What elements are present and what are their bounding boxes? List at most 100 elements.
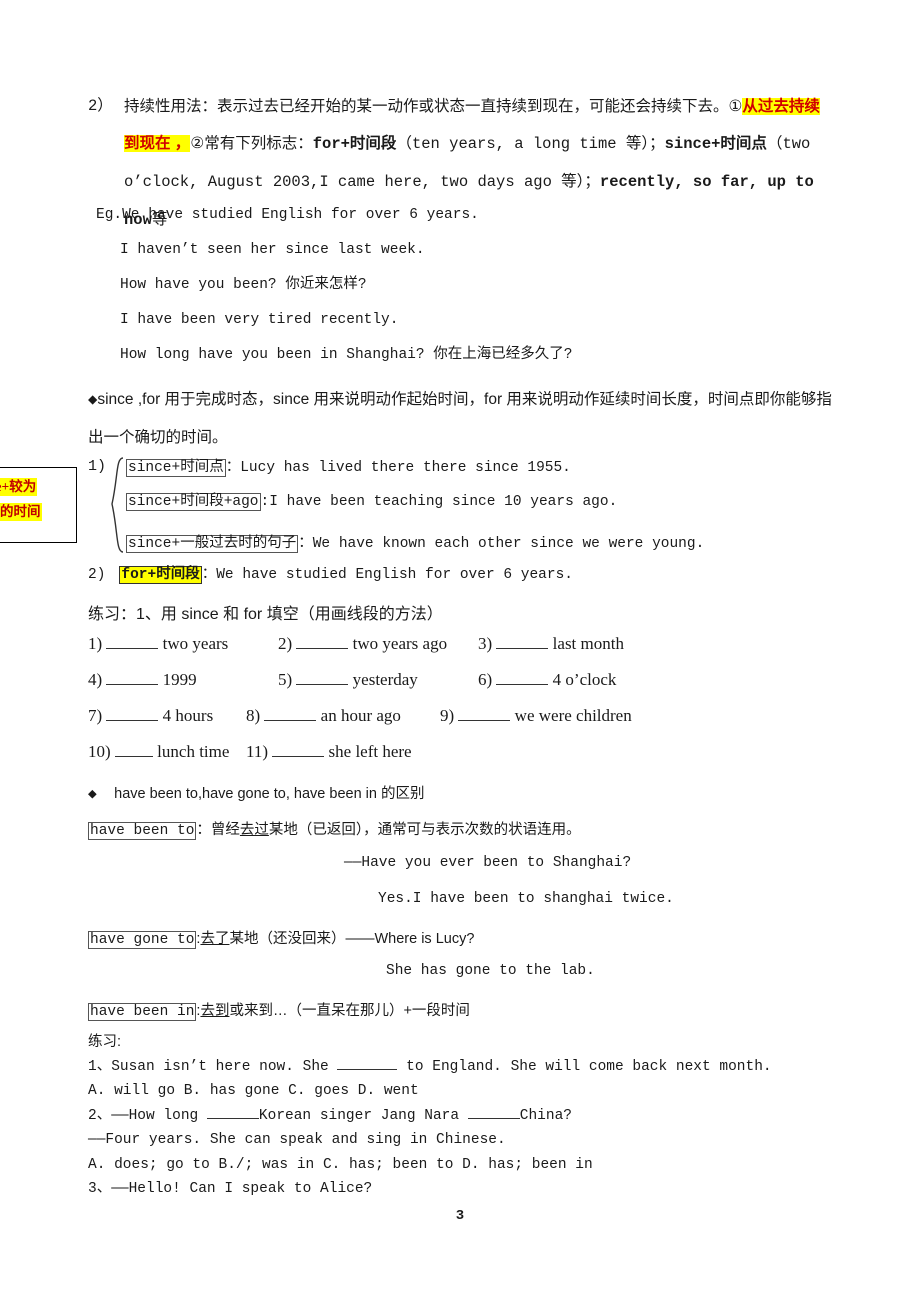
- fill-blank[interactable]: [296, 648, 349, 649]
- practice2-options-2[interactable]: A. does; go to B./; was in C. has; been …: [88, 1153, 772, 1178]
- marker-since-phrase: since+时间点: [664, 135, 767, 153]
- fill-blank[interactable]: [496, 648, 549, 649]
- practice2-options-1[interactable]: A. will go B. has gone C. goes D. went: [88, 1079, 772, 1104]
- item-text: she left here: [328, 742, 412, 761]
- practice1-item: 6) 4 o’clock: [478, 670, 616, 690]
- example-line: Eg.We have studied English for over 6 ye…: [96, 207, 479, 223]
- distinction-meaning-tail: 某地（已返回），通常可与表示次数的状语连用。: [268, 822, 581, 838]
- since-group: 1) since+时间点 ：Lucy has lived there there …: [88, 455, 848, 555]
- practice1-item: 1) two years: [88, 634, 228, 654]
- fill-blank[interactable]: [106, 684, 159, 685]
- fill-blank[interactable]: [272, 756, 325, 757]
- example-line: How long have you been in Shanghai? 你在上海…: [120, 347, 573, 363]
- item-text: 4 hours: [162, 706, 214, 725]
- distinction-term: have been in: [88, 1003, 197, 1022]
- question-text-after: to England. She will come back next mont…: [406, 1058, 772, 1075]
- for-group-label: for+时间段: [119, 566, 202, 585]
- practice1-item: 5) yesterday: [278, 670, 418, 690]
- highlight-from-past: 从过去: [742, 98, 789, 115]
- fill-blank[interactable]: [264, 720, 317, 721]
- question-text-mid: Korean singer Jang Nara: [258, 1107, 460, 1124]
- question-text-after: China?: [519, 1107, 572, 1124]
- item-text: last month: [552, 634, 624, 653]
- practice1-row: 7) 4 hours 8) an hour ago 9) we were chi…: [88, 706, 848, 742]
- item-text: lunch time: [157, 742, 230, 761]
- distinction-meaning-tail: 某地（还没回来）——Where is Lucy?: [229, 931, 475, 947]
- practice1-item: 3) last month: [478, 634, 624, 654]
- practice2-title: 练习:: [88, 1034, 122, 1050]
- practice2: 练习: 1、Susan isn’t here now. She to Engla…: [88, 1030, 772, 1202]
- practice1-item: 11) she left here: [246, 742, 412, 762]
- since-item-sep: ：: [225, 460, 241, 476]
- item-text: two years: [162, 634, 229, 653]
- since-group-number: 1): [88, 458, 107, 475]
- item-number: 4): [88, 670, 103, 689]
- practice1-title: 练习：1、用 since 和 for 填空（用画线段的方法）: [88, 606, 443, 623]
- since-item-label: since+一般过去时的句子: [126, 535, 299, 554]
- distinction-example: She has gone to the lab.: [386, 963, 595, 979]
- item-number: 10): [88, 742, 111, 761]
- item-number: 6): [478, 670, 493, 689]
- example-line: I haven’t seen her since last week.: [120, 242, 425, 258]
- fill-blank[interactable]: [467, 1117, 520, 1119]
- practice2-question-3: 3、——Hello! Can I speak to Alice?: [88, 1181, 373, 1197]
- practice2-question-1: 1、Susan isn’t here now. She to England. …: [88, 1055, 772, 1080]
- practice1-item: 10) lunch time: [88, 742, 229, 762]
- since-item-example: Lucy has lived there there since 1955.: [240, 460, 571, 476]
- fill-blank[interactable]: [106, 720, 159, 721]
- distinction-heading: ◆ have been to,have gone to, have been i…: [88, 782, 425, 803]
- question-text-before: 1、Susan isn’t here now. She: [88, 1058, 329, 1075]
- fill-blank[interactable]: [114, 756, 153, 757]
- distinction-example: ——Have you ever been to Shanghai?: [344, 855, 632, 871]
- distinction-term: have gone to: [88, 931, 197, 950]
- item-number: 7): [88, 706, 103, 725]
- practice1-item: 8) an hour ago: [246, 706, 401, 726]
- item-text: an hour ago: [320, 706, 401, 725]
- since-item-sep: :: [260, 494, 270, 510]
- since-group-item: since+时间段+ago:I have been teaching since…: [126, 493, 618, 512]
- since-for-note-text: since ,for 用于完成时态，since 用来说明动作起始时间，for 用…: [88, 391, 832, 446]
- distinction-meaning-prefix: 曾经: [210, 822, 240, 838]
- practice1-row: 4) 1999 5) yesterday 6) 4 o’clock: [88, 670, 848, 706]
- distinction-meaning-underlined: 去过: [239, 822, 269, 838]
- question-text-before: 2、——How long: [88, 1107, 199, 1124]
- for-group-example: We have studied English for over 6 years…: [216, 567, 573, 583]
- distinction-entry-gone-to: have gone to:去了某地（还没回来）——Where is Lucy?: [88, 927, 475, 950]
- item-number: 1): [88, 634, 103, 653]
- practice1-list: 1) two years 2) two years ago 3) last mo…: [88, 634, 848, 778]
- item-text: yesterday: [352, 670, 418, 689]
- fill-blank[interactable]: [337, 1068, 398, 1070]
- since-item-label: since+时间段+ago: [126, 493, 261, 512]
- practice1-item: 7) 4 hours: [88, 706, 213, 726]
- item-text: 1999: [162, 670, 197, 689]
- since-item-example: I have been teaching since 10 years ago.: [269, 494, 618, 510]
- practice1-row: 10) lunch time 11) she left here: [88, 742, 848, 778]
- fill-blank[interactable]: [458, 720, 511, 721]
- item-number: 8): [246, 706, 261, 725]
- practice1-item: 4) 1999: [88, 670, 197, 690]
- fill-blank[interactable]: [496, 684, 549, 685]
- item-number: 2): [278, 634, 293, 653]
- practice1-row: 1) two years 2) two years ago 3) last mo…: [88, 634, 848, 670]
- distinction-sep: ：: [196, 822, 211, 838]
- for-group-sep: ：: [201, 567, 217, 583]
- fill-blank[interactable]: [206, 1117, 259, 1119]
- distinction-term: have been to: [88, 822, 197, 841]
- fill-blank[interactable]: [296, 684, 349, 685]
- since-item-sep: ：: [298, 536, 313, 552]
- section-text-part2: ②常有下列标志：: [190, 135, 313, 152]
- diamond-bullet-icon: ◆: [88, 391, 98, 409]
- practice2-question-2: 2、——How long Korean singer Jang Nara Chi…: [88, 1104, 772, 1129]
- callout-since-specific-time: since+较为 具体的时间: [0, 467, 77, 543]
- fill-blank[interactable]: [106, 648, 159, 649]
- marker-for-examples: （ten years, a long time 等）；: [396, 135, 665, 153]
- distinction-example: Yes.I have been to shanghai twice.: [378, 891, 674, 907]
- distinction-entry-been-to: have been to ：曾经去过某地（已返回），通常可与表示次数的状语连用。: [88, 818, 581, 841]
- practice1-item: 2) two years ago: [278, 634, 447, 654]
- item-text: 4 o’clock: [552, 670, 617, 689]
- item-number: 5): [278, 670, 293, 689]
- since-for-note: ◆since ,for 用于完成时态，since 用来说明动作起始时间，for …: [88, 381, 836, 457]
- since-group-item: since+时间点 ：Lucy has lived there there sin…: [126, 455, 571, 478]
- since-item-example: We have known each other since we were y…: [312, 536, 705, 552]
- since-group-item: since+一般过去时的句子 ：We have known each other …: [126, 531, 705, 554]
